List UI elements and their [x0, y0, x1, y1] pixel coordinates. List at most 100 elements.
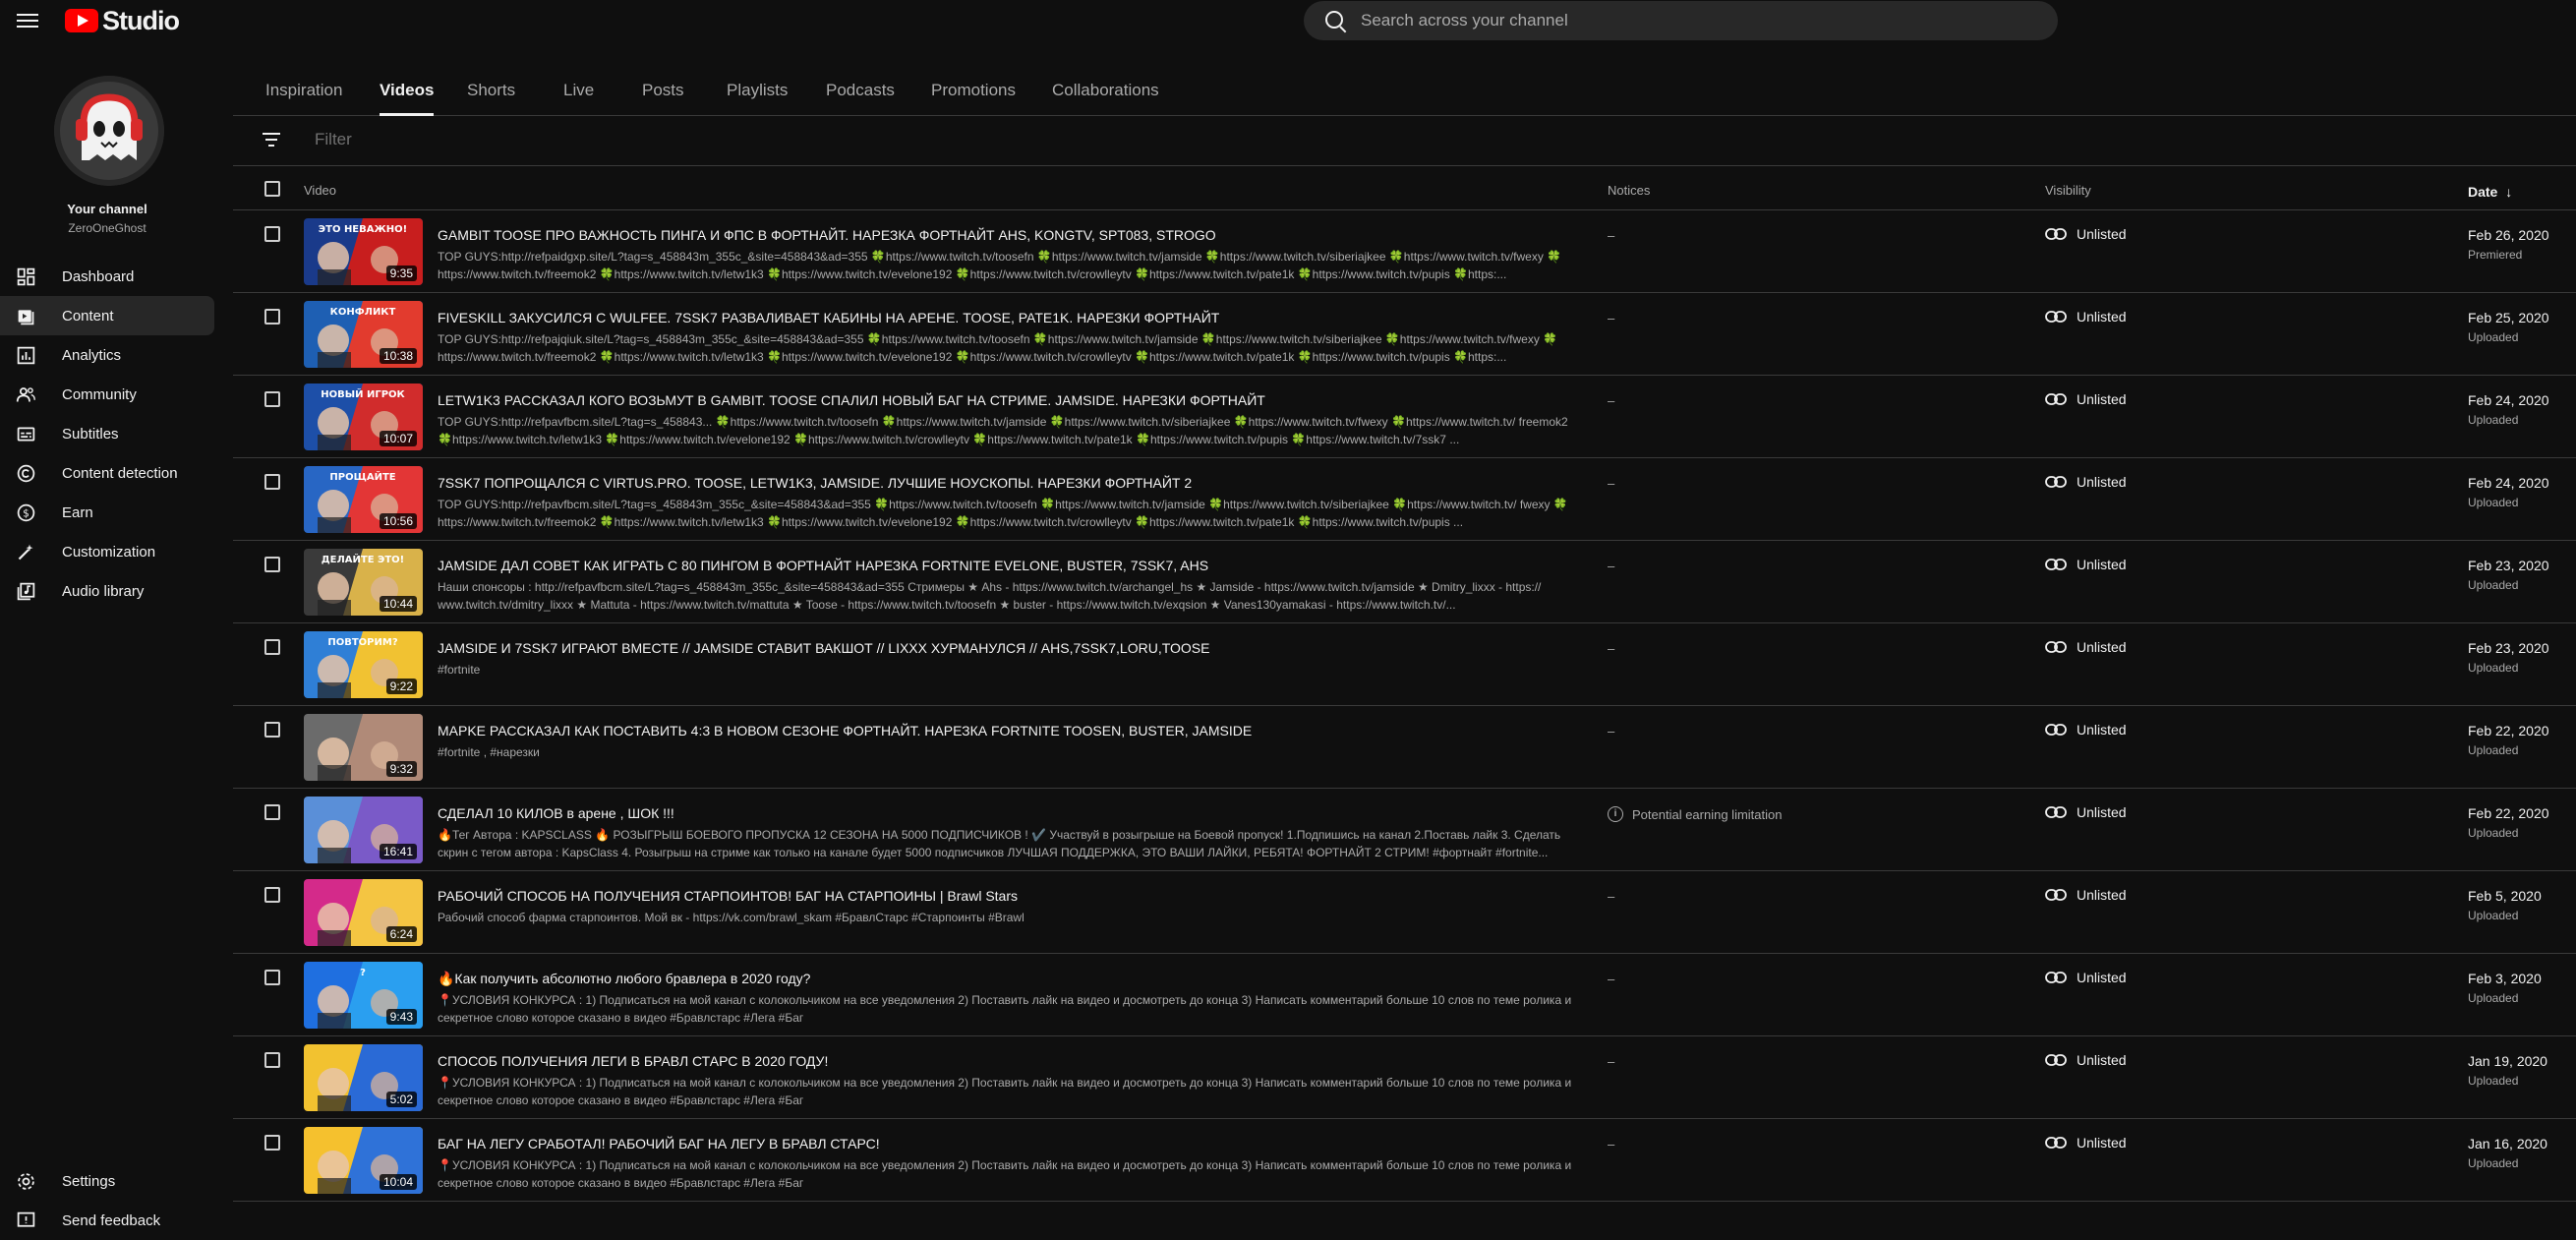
select-all-checkbox[interactable]	[264, 181, 280, 197]
header-date[interactable]: Date ↓	[2468, 184, 2512, 200]
visibility-cell[interactable]: Unlisted	[2045, 887, 2127, 903]
row-checkbox[interactable]	[264, 804, 280, 820]
notice-cell: –	[1608, 476, 1614, 491]
thumbnail-text: НОВЫЙ ИГРОК	[321, 387, 405, 400]
sidebar-item-analytics[interactable]: Analytics	[0, 335, 214, 375]
community-icon	[15, 384, 36, 405]
tab-inspiration[interactable]: Inspiration	[265, 81, 342, 116]
video-duration: 10:07	[379, 431, 417, 446]
sidebar-item-audio-library[interactable]: Audio library	[0, 571, 214, 611]
table-row[interactable]: ? 9:43 🔥Как получить абсолютно любого бр…	[233, 954, 2576, 1036]
search-icon[interactable]	[1316, 1, 1355, 40]
sidebar-item-customization[interactable]: Customization	[0, 532, 214, 571]
table-row[interactable]: ПРОЩАЙТЕ 10:56 7SSK7 ПОПРОЩАЛСЯ С VIRTUS…	[233, 458, 2576, 541]
video-thumbnail[interactable]: ? 9:43	[304, 962, 423, 1029]
tab-podcasts[interactable]: Podcasts	[826, 81, 895, 116]
video-description: 🔥Тег Автора : KAPSCLASS 🔥 РОЗЫГРЫШ БОЕВО…	[438, 828, 1561, 859]
video-thumbnail[interactable]: 9:32	[304, 714, 423, 781]
sidebar-item-community[interactable]: Community	[0, 375, 214, 414]
sidebar-item-send-feedback[interactable]: Send feedback	[0, 1201, 214, 1240]
studio-logo[interactable]: Studio	[65, 6, 180, 35]
row-checkbox[interactable]	[264, 639, 280, 655]
video-description: TOP GUYS:http://refpavfbcm.site/L?tag=s_…	[438, 498, 1568, 529]
table-row[interactable]: КОНФЛИКТ 10:38 FIVESKILL ЗАКУСИЛСЯ С WUL…	[233, 293, 2576, 376]
notice-cell[interactable]: i Potential earning limitation	[1608, 806, 1782, 822]
table-row[interactable]: ДЕЛАЙТЕ ЭТО! 10:44 JAMSIDE ДАЛ СОВЕТ КАК…	[233, 541, 2576, 623]
video-thumbnail[interactable]: 6:24	[304, 879, 423, 946]
video-thumbnail[interactable]: КОНФЛИКТ 10:38	[304, 301, 423, 368]
tab-shorts[interactable]: Shorts	[467, 81, 515, 116]
video-thumbnail[interactable]: ЭТО НЕВАЖНО! 9:35	[304, 218, 423, 285]
table-row[interactable]: 16:41 СДЕЛАЛ 10 КИЛОВ в арене , ШОК !!! …	[233, 789, 2576, 871]
row-checkbox[interactable]	[264, 887, 280, 903]
video-thumbnail[interactable]: 5:02	[304, 1044, 423, 1111]
sidebar-item-dashboard[interactable]: Dashboard	[0, 257, 214, 296]
link-icon	[2045, 1137, 2067, 1149]
video-description: 📍УСЛОВИЯ КОНКУРСА : 1) Подписаться на мо…	[438, 993, 1572, 1025]
row-checkbox[interactable]	[264, 557, 280, 572]
header-visibility[interactable]: Visibility	[2045, 183, 2091, 198]
sidebar-item-content[interactable]: Content	[0, 296, 214, 335]
visibility-cell[interactable]: Unlisted	[2045, 309, 2127, 325]
video-thumbnail[interactable]: ДЕЛАЙТЕ ЭТО! 10:44	[304, 549, 423, 616]
filter-bar	[233, 117, 2576, 166]
table-row[interactable]: ЭТО НЕВАЖНО! 9:35 GAMBIT TOOSE ПРО ВАЖНО…	[233, 210, 2576, 293]
hamburger-menu-icon[interactable]	[17, 10, 38, 31]
header-notices: Notices	[1608, 183, 1651, 198]
table-row[interactable]: 6:24 РАБОЧИЙ СПОСОБ НА ПОЛУЧЕНИЯ СТАРПОИ…	[233, 871, 2576, 954]
visibility-cell[interactable]: Unlisted	[2045, 722, 2127, 738]
row-checkbox[interactable]	[264, 309, 280, 325]
row-checkbox[interactable]	[264, 722, 280, 738]
tab-promotions[interactable]: Promotions	[931, 81, 1016, 116]
filter-input[interactable]	[315, 130, 806, 149]
search-input[interactable]	[1361, 11, 2010, 30]
tab-collaborations[interactable]: Collaborations	[1052, 81, 1159, 116]
visibility-cell[interactable]: Unlisted	[2045, 1135, 2127, 1151]
table-row[interactable]: НОВЫЙ ИГРОК 10:07 LETW1K3 РАССКАЗАЛ КОГО…	[233, 376, 2576, 458]
row-checkbox[interactable]	[264, 1135, 280, 1151]
video-description: 📍УСЛОВИЯ КОНКУРСА : 1) Подписаться на мо…	[438, 1158, 1572, 1190]
video-status: Uploaded	[2468, 826, 2519, 840]
tab-posts[interactable]: Posts	[642, 81, 684, 116]
search-bar[interactable]	[1304, 1, 2058, 40]
table-row[interactable]: 5:02 СПОСОБ ПОЛУЧЕНИЯ ЛЕГИ В БРАВЛ СТАРС…	[233, 1036, 2576, 1119]
video-thumbnail[interactable]: 10:04	[304, 1127, 423, 1194]
row-checkbox[interactable]	[264, 1052, 280, 1068]
tab-playlists[interactable]: Playlists	[727, 81, 788, 116]
video-thumbnail[interactable]: 16:41	[304, 797, 423, 863]
visibility-cell[interactable]: Unlisted	[2045, 226, 2127, 242]
visibility-cell[interactable]: Unlisted	[2045, 639, 2127, 655]
filter-icon[interactable]	[263, 133, 280, 147]
video-date: Feb 24, 2020	[2468, 392, 2549, 408]
visibility-cell[interactable]: Unlisted	[2045, 1052, 2127, 1068]
thumbnail-text: ПОВТОРИМ?	[327, 637, 397, 648]
video-thumbnail[interactable]: НОВЫЙ ИГРОК 10:07	[304, 384, 423, 450]
row-checkbox[interactable]	[264, 474, 280, 490]
tab-live[interactable]: Live	[563, 81, 594, 116]
row-checkbox[interactable]	[264, 391, 280, 407]
sidebar-item-settings[interactable]: Settings	[0, 1161, 214, 1201]
sidebar-item-label: Earn	[62, 503, 93, 521]
visibility-cell[interactable]: Unlisted	[2045, 970, 2127, 985]
sidebar-item-subtitles[interactable]: Subtitles	[0, 414, 214, 453]
tab-videos[interactable]: Videos	[380, 81, 435, 116]
sidebar-item-content-detection[interactable]: Content detection	[0, 453, 214, 493]
row-checkbox[interactable]	[264, 226, 280, 242]
row-checkbox[interactable]	[264, 970, 280, 985]
video-thumbnail[interactable]: ПОВТОРИМ? 9:22	[304, 631, 423, 698]
visibility-cell[interactable]: Unlisted	[2045, 557, 2127, 572]
visibility-cell[interactable]: Unlisted	[2045, 804, 2127, 820]
video-thumbnail[interactable]: ПРОЩАЙТЕ 10:56	[304, 466, 423, 533]
channel-avatar[interactable]	[54, 76, 164, 186]
table-row[interactable]: 9:32 MAPKE РАССКАЗАЛ КАК ПОСТАВИТЬ 4:3 В…	[233, 706, 2576, 789]
settings-icon	[15, 1170, 36, 1192]
visibility-cell[interactable]: Unlisted	[2045, 474, 2127, 490]
video-date: Jan 19, 2020	[2468, 1053, 2547, 1069]
notice-text: –	[1608, 559, 1615, 573]
table-row[interactable]: ПОВТОРИМ? 9:22 JAMSIDE И 7SSK7 ИГРАЮТ ВМ…	[233, 623, 2576, 706]
table-row[interactable]: 10:04 БАГ НА ЛЕГУ СРАБОТАЛ! РАБОЧИЙ БАГ …	[233, 1119, 2576, 1202]
video-duration: 5:02	[385, 1092, 417, 1107]
visibility-cell[interactable]: Unlisted	[2045, 391, 2127, 407]
video-status: Uploaded	[2468, 661, 2519, 675]
sidebar-item-earn[interactable]: $ Earn	[0, 493, 214, 532]
